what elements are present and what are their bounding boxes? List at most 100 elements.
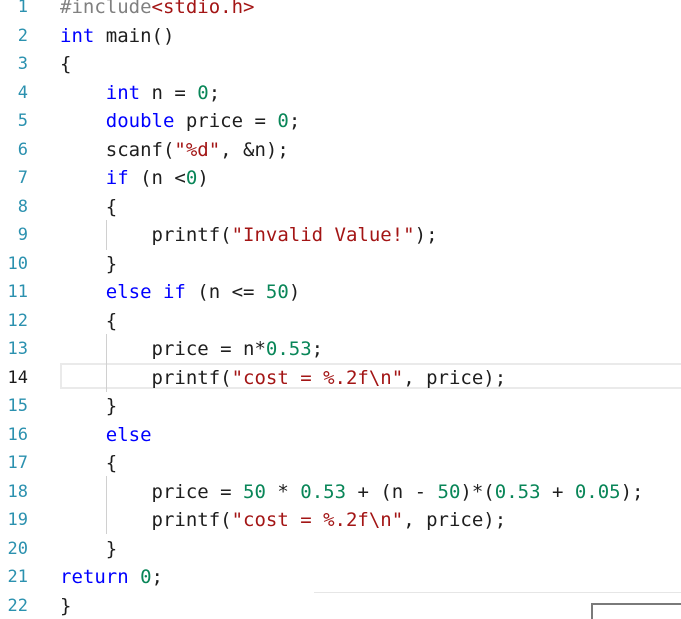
- code-token: return: [60, 566, 129, 588]
- code-text: }: [60, 250, 117, 279]
- code-token: <stdio.h>: [151, 0, 255, 18]
- code-text: #include<stdio.h>: [60, 0, 254, 22]
- code-token: , price);: [403, 509, 507, 531]
- code-line[interactable]: 16 else: [0, 421, 681, 450]
- line-number: 18: [7, 481, 28, 502]
- code-token: (n <: [128, 167, 186, 189]
- code-token: 50: [265, 281, 289, 303]
- line-number: 5: [17, 111, 28, 131]
- line-number: 14: [7, 367, 28, 388]
- code-line[interactable]: 18 price = 50 * 0.53 + (n - 50)*(0.53 + …: [0, 478, 681, 507]
- line-number: 7: [17, 168, 28, 188]
- code-text: else: [60, 421, 152, 450]
- code-token: 0.53: [300, 480, 347, 503]
- line-number: 2: [17, 25, 28, 46]
- code-token: 0.53: [494, 480, 541, 503]
- code-line[interactable]: 17 {: [0, 449, 681, 478]
- code-text: price = n*0.53;: [60, 335, 324, 364]
- line-number: 4: [17, 82, 28, 103]
- code-token: {: [60, 309, 118, 332]
- line-number: 9: [17, 225, 28, 245]
- code-token: double: [105, 110, 175, 132]
- code-line[interactable]: 11 else if (n <= 50): [0, 278, 681, 307]
- code-token: int: [105, 81, 141, 104]
- code-token: );: [414, 224, 438, 246]
- code-line[interactable]: 9 printf("Invalid Value!");: [0, 221, 681, 250]
- code-token: else if: [105, 281, 186, 303]
- code-token: }: [60, 594, 72, 617]
- code-token: n =: [140, 81, 198, 104]
- code-token: ;: [311, 338, 324, 360]
- code-text: int main(): [60, 22, 174, 51]
- code-token: if: [105, 167, 129, 189]
- divider: [314, 592, 681, 593]
- code-line[interactable]: 6 scanf("%d", &n);: [0, 136, 681, 165]
- code-text: else if (n <= 50): [60, 278, 301, 307]
- line-number: 19: [7, 510, 28, 530]
- code-line[interactable]: 4 int n = 0;: [0, 79, 681, 108]
- code-token: "cost = %.2f\n": [231, 509, 404, 531]
- code-token: 0.05: [574, 480, 621, 503]
- code-token: ;: [288, 110, 301, 132]
- line-number: 21: [7, 567, 28, 587]
- code-token: "Invalid Value!": [231, 224, 415, 246]
- code-text: {: [60, 50, 71, 79]
- code-text: return 0;: [60, 563, 163, 592]
- code-token: ): [197, 167, 209, 189]
- code-line[interactable]: 19 printf("cost = %.2f\n", price);: [0, 506, 681, 535]
- code-line[interactable]: 7 if (n <0): [0, 164, 681, 193]
- code-token: 0: [185, 167, 198, 189]
- code-token: +: [540, 480, 575, 503]
- code-line[interactable]: 13 price = n*0.53;: [0, 335, 681, 364]
- code-line[interactable]: 8 {: [0, 193, 681, 222]
- code-text: }: [60, 535, 117, 564]
- code-line[interactable]: 14 printf("cost = %.2f\n", price);: [0, 364, 681, 393]
- code-token: , &n);: [220, 138, 289, 161]
- code-token: price =: [60, 480, 244, 503]
- code-token: );: [620, 480, 644, 503]
- code-token: , price);: [403, 366, 507, 389]
- line-number: 15: [7, 396, 28, 416]
- code-line[interactable]: 22}: [0, 592, 681, 619]
- code-text: printf("cost = %.2f\n", price);: [60, 364, 507, 393]
- code-token: "cost = %.2f\n": [231, 366, 404, 389]
- code-text: scanf("%d", &n);: [60, 136, 289, 165]
- code-line[interactable]: 2 int main(): [0, 22, 681, 51]
- code-token: *: [265, 480, 301, 503]
- code-text: printf("Invalid Value!");: [60, 221, 438, 250]
- line-number: 6: [17, 139, 28, 160]
- code-text: {: [60, 307, 117, 336]
- code-line[interactable]: 15 }: [0, 392, 681, 421]
- line-number: 17: [7, 453, 28, 473]
- code-text: double price = 0;: [60, 107, 301, 136]
- code-token: )*(: [460, 480, 495, 503]
- code-token: #include: [60, 0, 152, 18]
- code-token: ): [288, 281, 301, 303]
- code-token: 0.53: [265, 338, 312, 360]
- code-token: {: [60, 452, 118, 474]
- popup-frame: [591, 603, 681, 619]
- code-text: {: [60, 449, 117, 478]
- code-line[interactable]: 5 double price = 0;: [0, 107, 681, 136]
- line-number: 22: [7, 595, 28, 616]
- code-token: {: [60, 53, 72, 75]
- line-number: 1: [17, 0, 28, 17]
- code-line[interactable]: 20 }: [0, 535, 681, 564]
- code-line[interactable]: 3{: [0, 50, 681, 79]
- code-text: price = 50 * 0.53 + (n - 50)*(0.53 + 0.0…: [60, 478, 644, 507]
- code-editor[interactable]: 1 #include<stdio.h> 2 int main() 3{4 int n =…: [0, 0, 681, 619]
- code-line[interactable]: 10 }: [0, 250, 681, 279]
- code-text: int n = 0;: [60, 79, 220, 108]
- code-line[interactable]: 21 return 0;: [0, 563, 681, 592]
- line-number: 13: [7, 339, 28, 359]
- code-token: scanf(: [60, 138, 175, 161]
- code-token: else: [105, 423, 152, 446]
- code-token: 0: [140, 566, 152, 588]
- code-line[interactable]: 1 #include<stdio.h>: [0, 0, 681, 22]
- code-line[interactable]: 12 {: [0, 307, 681, 336]
